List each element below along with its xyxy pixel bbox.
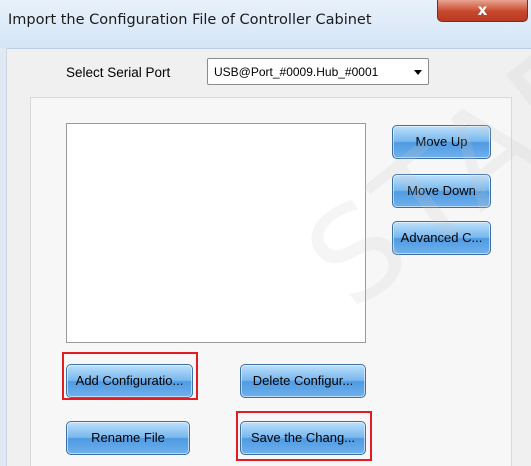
- config-file-list[interactable]: [66, 123, 366, 343]
- title-bar: Import the Configuration File of Control…: [0, 0, 531, 49]
- add-configuration-highlight: [62, 352, 198, 400]
- advanced-button[interactable]: Advanced C...: [392, 221, 491, 255]
- import-config-dialog: Import the Configuration File of Control…: [0, 0, 531, 466]
- chevron-down-icon: [414, 70, 422, 75]
- save-changes-highlight: [236, 411, 372, 461]
- serial-port-value: USB@Port_#0009.Hub_#0001: [214, 65, 379, 79]
- rename-file-button[interactable]: Rename File: [66, 421, 190, 455]
- move-up-button[interactable]: Move Up: [392, 125, 491, 159]
- window-left-edge: [0, 48, 7, 466]
- close-icon: x: [477, 1, 488, 19]
- delete-configuration-button[interactable]: Delete Configur...: [240, 364, 366, 398]
- move-down-button[interactable]: Move Down: [392, 174, 491, 208]
- serial-port-label: Select Serial Port: [66, 65, 171, 80]
- close-button[interactable]: x: [437, 0, 528, 22]
- serial-port-select[interactable]: USB@Port_#0009.Hub_#0001: [207, 58, 429, 85]
- window-title: Import the Configuration File of Control…: [8, 12, 372, 28]
